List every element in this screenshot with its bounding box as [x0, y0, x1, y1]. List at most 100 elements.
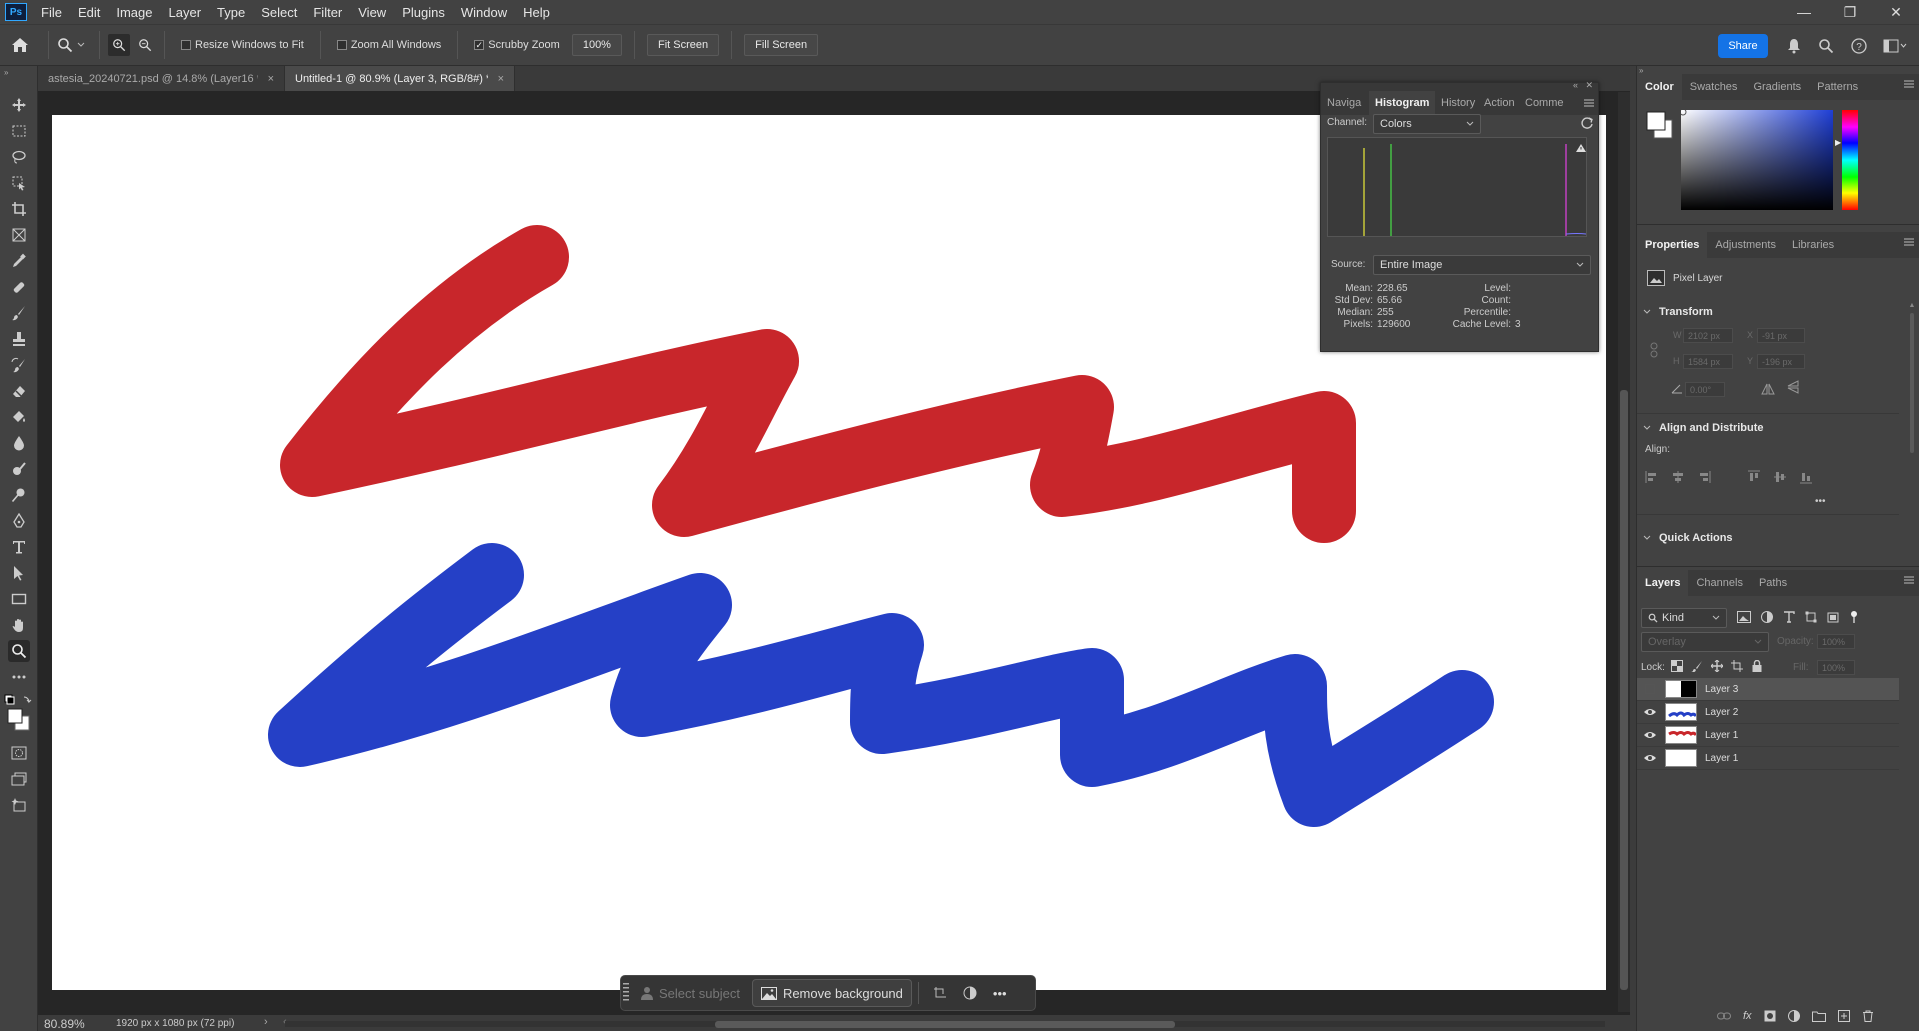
layer-name[interactable]: Layer 2	[1705, 707, 1738, 718]
menu-view[interactable]: View	[350, 5, 394, 20]
fill-screen-button[interactable]: Fill Screen	[744, 34, 819, 56]
object-selection-tool[interactable]	[8, 172, 30, 194]
help-button[interactable]: ?	[1849, 36, 1869, 56]
tab-comments[interactable]: Comme	[1519, 91, 1563, 115]
align-left-icon[interactable]	[1645, 470, 1659, 484]
home-button[interactable]	[0, 37, 40, 53]
x-field[interactable]: -91 px	[1757, 328, 1805, 343]
layer-name[interactable]: Layer 1	[1705, 730, 1738, 741]
visibility-toggle[interactable]	[1637, 731, 1663, 739]
shape-filter-icon[interactable]	[1805, 611, 1817, 623]
menu-help[interactable]: Help	[515, 5, 558, 20]
scroll-up-icon[interactable]: ▲	[1907, 302, 1917, 309]
zoom-100-button[interactable]: 100%	[571, 34, 622, 56]
rectangle-tool[interactable]	[8, 588, 30, 610]
height-field[interactable]: 1584 px	[1683, 354, 1733, 369]
menu-layer[interactable]: Layer	[161, 5, 210, 20]
layer-name[interactable]: Layer 1	[1705, 753, 1738, 764]
edit-toolbar-button[interactable]	[8, 666, 30, 688]
type-filter-icon[interactable]	[1783, 611, 1795, 623]
visibility-toggle[interactable]	[1637, 684, 1663, 694]
color-field[interactable]	[1681, 110, 1833, 210]
tab-gradients[interactable]: Gradients	[1745, 74, 1809, 100]
minimize-button[interactable]: —	[1781, 0, 1827, 24]
lock-transparent-icon[interactable]	[1671, 660, 1683, 672]
hand-tool[interactable]	[8, 614, 30, 636]
properties-scroll-thumb[interactable]	[1910, 313, 1914, 453]
collapse-panel-icon[interactable]: «	[1573, 80, 1578, 90]
pen-tool[interactable]	[8, 510, 30, 532]
marquee-tool[interactable]	[8, 120, 30, 142]
fill-field[interactable]: 100%	[1817, 660, 1855, 675]
tab-channels[interactable]: Channels	[1688, 570, 1750, 596]
lock-position-icon[interactable]	[1711, 660, 1723, 672]
fit-screen-button[interactable]: Fit Screen	[646, 34, 720, 56]
panel-menu-button[interactable]	[1563, 91, 1598, 115]
layer-row[interactable]: Layer 1	[1637, 724, 1899, 747]
eyedropper-tool[interactable]	[8, 250, 30, 272]
align-bottom-icon[interactable]	[1799, 470, 1813, 484]
collapse-arrows-icon[interactable]: »	[4, 68, 8, 77]
menu-type[interactable]: Type	[209, 5, 253, 20]
visibility-toggle[interactable]	[1637, 754, 1663, 762]
blend-mode-select[interactable]: Overlay	[1641, 632, 1769, 652]
align-distribute-section-header[interactable]: Align and Distribute	[1643, 422, 1764, 434]
tab-swatches[interactable]: Swatches	[1682, 74, 1746, 100]
flip-horizontal-icon[interactable]	[1761, 383, 1775, 395]
tab-adjustments[interactable]: Adjustments	[1707, 232, 1784, 258]
properties-panel-menu[interactable]	[1904, 238, 1914, 246]
transform-section-header[interactable]: Transform	[1643, 306, 1713, 318]
scrubby-zoom-checkbox[interactable]: ✓ Scrubby Zoom	[474, 39, 560, 51]
vertical-scroll-thumb[interactable]	[1620, 390, 1628, 990]
hue-slider[interactable]	[1842, 110, 1858, 210]
tab-paths[interactable]: Paths	[1751, 570, 1795, 596]
link-icon[interactable]	[1649, 342, 1659, 358]
color-panel-menu[interactable]	[1904, 80, 1914, 88]
search-button[interactable]	[1816, 36, 1836, 56]
add-mask-icon[interactable]	[1764, 1010, 1776, 1022]
drag-handle[interactable]	[623, 979, 633, 1007]
share-button[interactable]: Share	[1718, 34, 1768, 58]
color-panel-swatches[interactable]	[1645, 110, 1675, 142]
crop-tool[interactable]	[8, 198, 30, 220]
dodge-tool[interactable]	[8, 484, 30, 506]
close-panel-icon[interactable]: ✕	[1585, 80, 1593, 91]
paint-bucket-tool[interactable]	[8, 406, 30, 428]
menu-window[interactable]: Window	[453, 5, 515, 20]
source-select[interactable]: Entire Image	[1373, 255, 1591, 275]
layer-name[interactable]: Layer 3	[1705, 684, 1738, 695]
tab-history[interactable]: History	[1435, 91, 1478, 115]
adjustment-filter-icon[interactable]	[1761, 611, 1773, 623]
resize-windows-checkbox[interactable]: Resize Windows to Fit	[181, 39, 304, 51]
menu-image[interactable]: Image	[108, 5, 160, 20]
quick-mask-button[interactable]	[8, 742, 30, 764]
tab-patterns[interactable]: Patterns	[1809, 74, 1866, 100]
delete-layer-icon[interactable]	[1862, 1010, 1874, 1022]
close-tab-icon[interactable]: ×	[498, 73, 504, 85]
screen-mode-button[interactable]	[8, 768, 30, 790]
align-right-icon[interactable]	[1697, 470, 1711, 484]
new-group-icon[interactable]	[1811, 1010, 1826, 1022]
filter-toggle-icon[interactable]	[1849, 611, 1859, 623]
properties-scrollbar[interactable]: ▲	[1907, 302, 1917, 602]
move-tool[interactable]	[8, 94, 30, 116]
y-field[interactable]: -196 px	[1757, 354, 1805, 369]
close-window-button[interactable]: ✕	[1873, 0, 1919, 24]
lasso-tool[interactable]	[8, 146, 30, 168]
more-options-button[interactable]: •••	[985, 979, 1015, 1007]
channel-select[interactable]: Colors	[1373, 114, 1481, 134]
lock-all-icon[interactable]	[1751, 660, 1763, 672]
tab-actions[interactable]: Action	[1478, 91, 1519, 115]
more-align-options[interactable]: •••	[1815, 496, 1826, 507]
visibility-toggle[interactable]	[1637, 708, 1663, 716]
clone-stamp-tool[interactable]	[8, 328, 30, 350]
menu-file[interactable]: File	[33, 5, 70, 20]
layers-panel-menu[interactable]	[1904, 576, 1914, 584]
new-layer-icon[interactable]	[1837, 1010, 1850, 1022]
brush-tool[interactable]	[8, 302, 30, 324]
panel-header[interactable]: « ✕	[1321, 80, 1598, 91]
zoom-in-button[interactable]	[108, 34, 130, 56]
layer-row[interactable]: Layer 3	[1637, 678, 1899, 701]
quick-actions-section-header[interactable]: Quick Actions	[1643, 532, 1733, 544]
fx-icon[interactable]: fx	[1743, 1010, 1752, 1022]
